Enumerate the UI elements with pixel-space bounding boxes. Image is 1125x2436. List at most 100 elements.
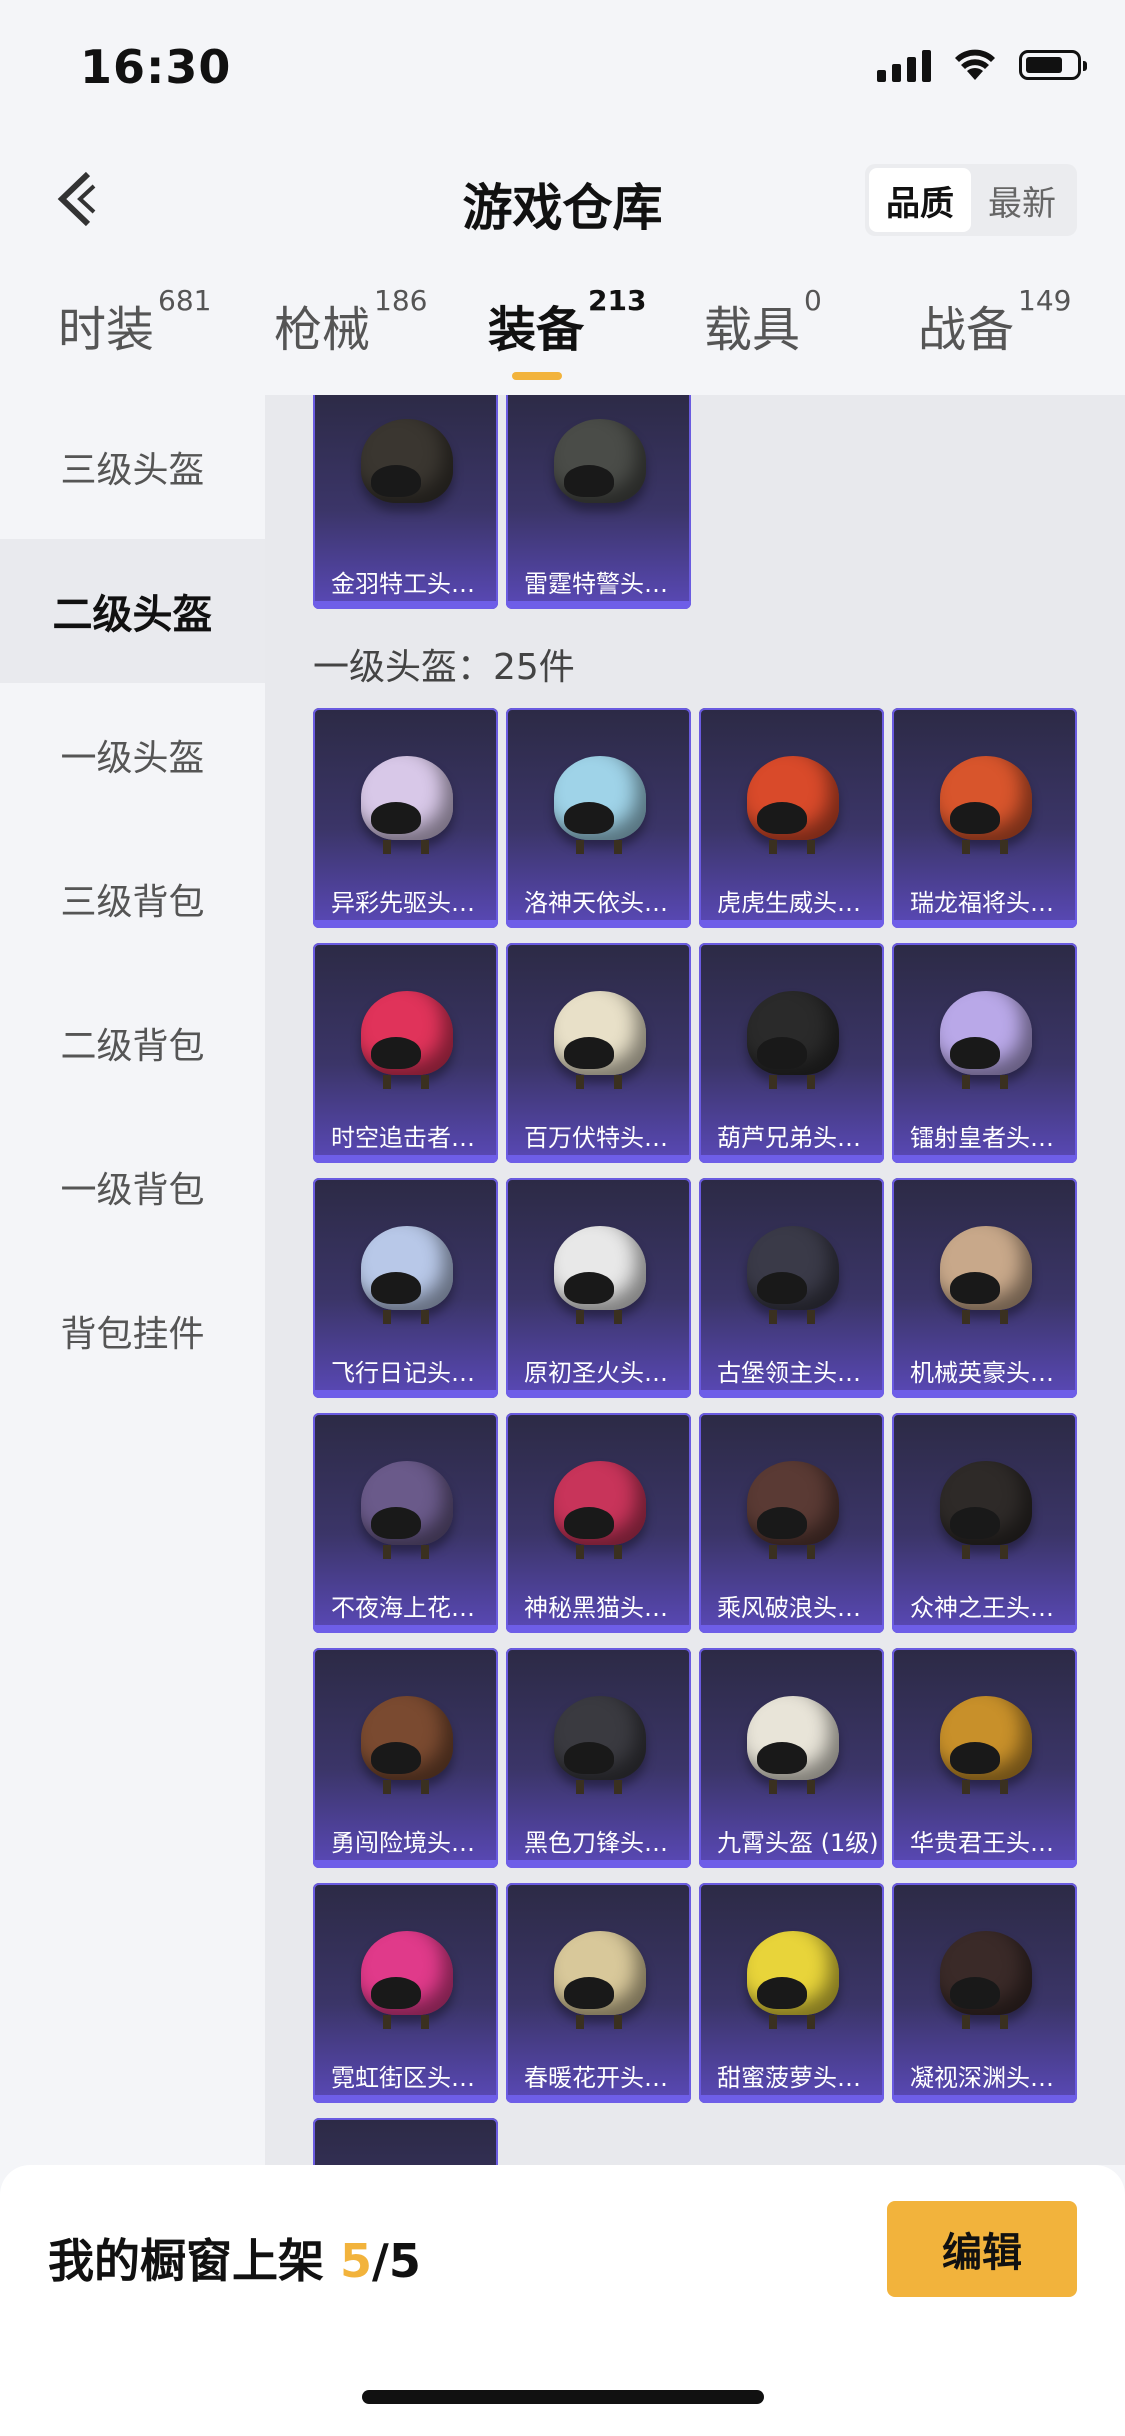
- helmet-icon: [361, 1461, 453, 1559]
- tab-count: 186: [374, 284, 428, 317]
- sidebar-item-level2-backpack[interactable]: 二级背包: [0, 971, 265, 1115]
- item-card[interactable]: 勇闯险境头…: [313, 1648, 498, 1868]
- item-name: 不夜海上花…: [331, 1593, 475, 1622]
- item-card[interactable]: [313, 2118, 498, 2165]
- item-card[interactable]: 春暖花开头…: [506, 1883, 691, 2103]
- category-tabs: 时装681 枪械186 装备213 载具0 战备149: [0, 284, 1125, 390]
- item-card[interactable]: 镭射皇者头…: [892, 943, 1077, 1163]
- wifi-icon: [955, 49, 995, 80]
- item-card[interactable]: 古堡领主头…: [699, 1178, 884, 1398]
- item-card[interactable]: 众神之王头…: [892, 1413, 1077, 1633]
- item-card[interactable]: 飞行日记头…: [313, 1178, 498, 1398]
- item-card[interactable]: 金羽特工头…: [313, 395, 498, 609]
- sidebar-item-level3-helmet[interactable]: 三级头盔: [0, 395, 265, 539]
- tab-count: 149: [1018, 284, 1072, 317]
- showcase-status: 我的橱窗上架 5/5: [48, 2234, 421, 2288]
- tab-supplies[interactable]: 战备149: [918, 284, 1071, 360]
- item-name: 虎虎生威头…: [717, 888, 861, 917]
- helmet-icon: [940, 1461, 1032, 1559]
- item-name: 勇闯险境头…: [331, 1828, 475, 1857]
- item-name: 百万伏特头…: [524, 1123, 668, 1152]
- helmet-icon: [747, 1461, 839, 1559]
- item-card[interactable]: 洛神天依头…: [506, 708, 691, 928]
- status-time: 16:30: [80, 40, 232, 94]
- item-name: 众神之王头…: [910, 1593, 1054, 1622]
- helmet-icon: [361, 419, 453, 503]
- status-bar: 16:30: [0, 0, 1125, 130]
- active-tab-indicator: [512, 372, 562, 380]
- item-name: 凝视深渊头…: [910, 2063, 1054, 2092]
- item-card[interactable]: 甜蜜菠萝头…: [699, 1883, 884, 2103]
- item-card[interactable]: 黑色刀锋头…: [506, 1648, 691, 1868]
- helmet-icon: [361, 991, 453, 1089]
- sort-quality-button[interactable]: 品质: [869, 168, 971, 232]
- showcase-total: /5: [372, 2234, 421, 2288]
- item-card[interactable]: 虎虎生威头…: [699, 708, 884, 928]
- sidebar-item-level1-backpack[interactable]: 一级背包: [0, 1115, 265, 1259]
- helmet-icon: [747, 1696, 839, 1794]
- item-name: 机械英豪头…: [910, 1358, 1054, 1387]
- item-name: 九霄头盔 (1级): [717, 1828, 879, 1857]
- item-card[interactable]: 霓虹街区头…: [313, 1883, 498, 2103]
- tab-count: 0: [804, 284, 822, 317]
- tab-count: 681: [158, 284, 212, 317]
- item-name: 黑色刀锋头…: [524, 1828, 668, 1857]
- sidebar: 三级头盔 二级头盔 一级头盔 三级背包 二级背包 一级背包 背包挂件: [0, 395, 265, 2165]
- item-name: 甜蜜菠萝头…: [717, 2063, 861, 2092]
- item-name: 异彩先驱头…: [331, 888, 475, 917]
- item-card[interactable]: 异彩先驱头…: [313, 708, 498, 928]
- helmet-icon: [554, 991, 646, 1089]
- section-label-level1-helmet: 一级头盔：25件: [313, 647, 575, 688]
- item-name: 春暖花开头…: [524, 2063, 668, 2092]
- helmet-icon: [940, 1696, 1032, 1794]
- item-name: 飞行日记头…: [331, 1358, 475, 1387]
- item-name: 葫芦兄弟头…: [717, 1123, 861, 1152]
- item-card[interactable]: 九霄头盔 (1级): [699, 1648, 884, 1868]
- helmet-icon: [361, 756, 453, 854]
- item-card[interactable]: 凝视深渊头…: [892, 1883, 1077, 2103]
- helmet-icon: [747, 756, 839, 854]
- helmet-icon: [747, 1931, 839, 2029]
- helmet-icon: [361, 1931, 453, 2029]
- item-name: 洛神天依头…: [524, 888, 668, 917]
- helmet-icon: [361, 1226, 453, 1324]
- item-card[interactable]: 机械英豪头…: [892, 1178, 1077, 1398]
- battery-icon: [1019, 50, 1087, 80]
- helmet-icon: [747, 1226, 839, 1324]
- item-card[interactable]: 葫芦兄弟头…: [699, 943, 884, 1163]
- cellular-signal-icon: [877, 48, 931, 82]
- helmet-icon: [554, 1461, 646, 1559]
- helmet-icon: [554, 756, 646, 854]
- home-indicator[interactable]: [362, 2390, 764, 2404]
- tab-firearms[interactable]: 枪械186: [274, 284, 427, 360]
- item-card[interactable]: 原初圣火头…: [506, 1178, 691, 1398]
- item-name: 雷霆特警头…: [524, 569, 668, 598]
- helmet-icon: [940, 1931, 1032, 2029]
- tab-fashion[interactable]: 时装681: [58, 284, 211, 360]
- item-card[interactable]: 乘风破浪头…: [699, 1413, 884, 1633]
- item-card[interactable]: 神秘黑猫头…: [506, 1413, 691, 1633]
- sidebar-item-backpack-charm[interactable]: 背包挂件: [0, 1259, 265, 1403]
- tab-equipment[interactable]: 装备213: [488, 284, 646, 360]
- item-name: 金羽特工头…: [331, 569, 475, 598]
- sidebar-item-level2-helmet[interactable]: 二级头盔: [0, 539, 265, 683]
- sidebar-item-level1-helmet[interactable]: 一级头盔: [0, 683, 265, 827]
- showcase-current-count: 5: [340, 2234, 373, 2288]
- sidebar-item-level3-backpack[interactable]: 三级背包: [0, 827, 265, 971]
- item-card[interactable]: 华贵君王头…: [892, 1648, 1077, 1868]
- sort-latest-button[interactable]: 最新: [971, 168, 1073, 232]
- sort-toggle: 品质 最新: [865, 164, 1077, 236]
- nav-header: 游戏仓库 品质 最新: [0, 150, 1125, 250]
- tab-count: 213: [588, 284, 647, 317]
- item-name: 时空追击者…: [331, 1123, 475, 1152]
- item-card[interactable]: 不夜海上花…: [313, 1413, 498, 1633]
- item-name: 华贵君王头…: [910, 1828, 1054, 1857]
- helmet-icon: [747, 991, 839, 1089]
- item-card[interactable]: 雷霆特警头…: [506, 395, 691, 609]
- item-card[interactable]: 百万伏特头…: [506, 943, 691, 1163]
- item-card[interactable]: 瑞龙福将头…: [892, 708, 1077, 928]
- edit-button[interactable]: 编辑: [887, 2201, 1077, 2297]
- tab-vehicles[interactable]: 载具0: [704, 284, 822, 360]
- item-card[interactable]: 时空追击者…: [313, 943, 498, 1163]
- helmet-icon: [554, 419, 646, 503]
